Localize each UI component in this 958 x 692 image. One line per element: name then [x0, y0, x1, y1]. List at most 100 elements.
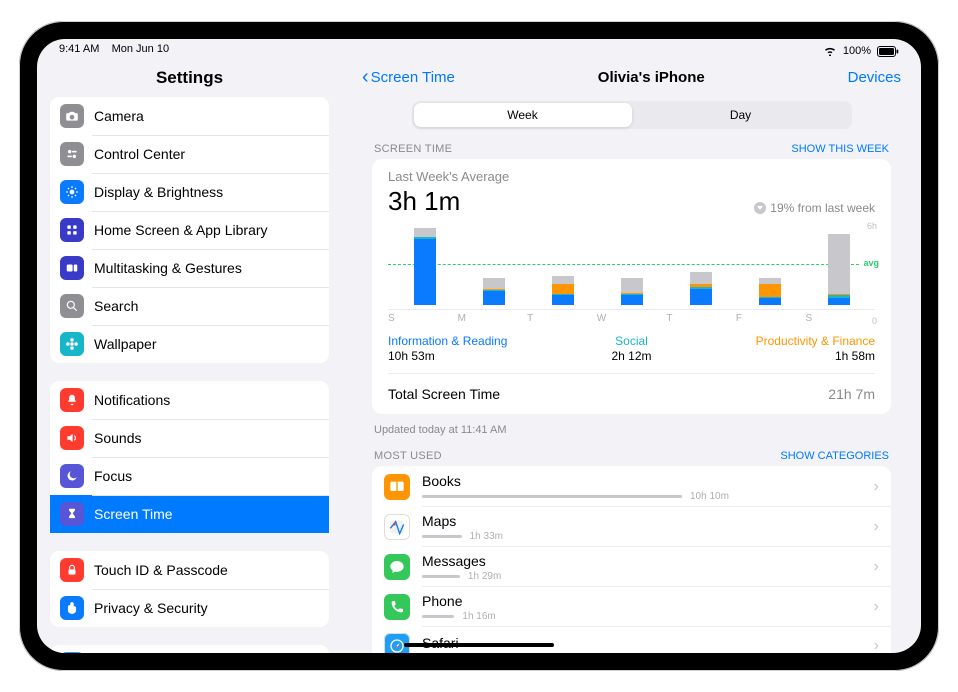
grid-icon: [60, 218, 84, 242]
chart-bar-day[interactable]: [390, 223, 459, 305]
sidebar-item-sounds[interactable]: Sounds: [50, 419, 329, 457]
most-used-row-maps[interactable]: Maps 1h 33m ›: [372, 506, 891, 546]
avg-value: 3h 1m: [388, 186, 460, 217]
sidebar-item-wallpaper[interactable]: Wallpaper: [50, 325, 329, 363]
sidebar-item-touch-id-passcode[interactable]: Touch ID & Passcode: [50, 551, 329, 589]
most-used-row-messages[interactable]: Messages1h 29m›: [372, 546, 891, 586]
show-this-week-link[interactable]: SHOW THIS WEEK: [791, 143, 889, 155]
back-label: Screen Time: [371, 69, 455, 86]
squares-icon: [60, 256, 84, 280]
switches-icon: [60, 142, 84, 166]
sidebar-item-notifications[interactable]: Notifications: [50, 381, 329, 419]
wifi-icon: [823, 46, 837, 56]
sidebar-item-label: Home Screen & App Library: [94, 222, 268, 238]
screentime-card: Last Week's Average 3h 1m 19% from last …: [372, 159, 891, 414]
flower-icon: [60, 332, 84, 356]
sidebar-list[interactable]: Camera Control Center Display & Brightness…: [37, 96, 342, 653]
screentime-section-label: SCREEN TIME: [374, 143, 452, 155]
axis-bot: 0: [872, 316, 877, 326]
sidebar-item-label: Focus: [94, 468, 132, 484]
most-used-row-phone[interactable]: Phone1h 16m›: [372, 586, 891, 626]
most-used-row-safari[interactable]: Safari›: [372, 626, 891, 653]
sidebar-item-focus[interactable]: Focus: [50, 457, 329, 495]
hourglass-icon: [60, 502, 84, 526]
app-time: 1h 33m: [470, 531, 503, 542]
avg-label: Last Week's Average: [388, 169, 875, 184]
sidebar-item-camera[interactable]: Camera: [50, 97, 329, 135]
category-summary: Information & Reading10h 53mSocial2h 12m…: [388, 334, 875, 374]
devices-button[interactable]: Devices: [848, 69, 901, 86]
most-used-row-books[interactable]: Books 10h 10m ›: [372, 466, 891, 506]
bell-icon: [60, 388, 84, 412]
chart-x-label: S: [388, 313, 458, 324]
segment-week[interactable]: Week: [414, 103, 632, 127]
lock-icon: [60, 558, 84, 582]
category-summary-item: Social2h 12m: [575, 334, 687, 363]
search-icon: [60, 294, 84, 318]
sidebar-item-screen-time[interactable]: Screen Time: [50, 495, 329, 533]
screentime-chart: 6h 0 avg SMTWTFS: [388, 223, 875, 324]
nav-bar: ‹ Screen Time Olivia's iPhone Devices: [342, 59, 921, 97]
sidebar-item-label: Display & Brightness: [94, 184, 223, 200]
sidebar-item-display-brightness[interactable]: Display & Brightness: [50, 173, 329, 211]
chevron-left-icon: ‹: [362, 67, 369, 87]
sidebar-item-search[interactable]: Search: [50, 287, 329, 325]
chart-x-label: T: [666, 313, 736, 324]
chart-x-label: F: [736, 313, 806, 324]
chart-bar-day[interactable]: [528, 223, 597, 305]
sidebar-item-multitasking-gestures[interactable]: Multitasking & Gestures: [50, 249, 329, 287]
chevron-right-icon: ›: [874, 478, 879, 496]
chevron-right-icon: ›: [874, 518, 879, 536]
chart-bar-day[interactable]: [666, 223, 735, 305]
app-time: 1h 16m: [462, 611, 495, 622]
chart-bar-day[interactable]: [804, 223, 873, 305]
sidebar-item-label: Multitasking & Gestures: [94, 260, 242, 276]
chart-bar-day[interactable]: [735, 223, 804, 305]
sidebar-item-privacy-security[interactable]: Privacy & Security: [50, 589, 329, 627]
segment-day[interactable]: Day: [632, 103, 850, 127]
status-time: 9:41 AM: [59, 43, 99, 55]
usage-bar: [422, 615, 454, 618]
segmented-week-day[interactable]: Week Day: [412, 101, 852, 129]
app-time: 10h 10m: [690, 491, 729, 502]
chart-bar-day[interactable]: [597, 223, 666, 305]
hand-icon: [60, 596, 84, 620]
speaker-icon: [60, 426, 84, 450]
sidebar-item-label: Search: [94, 298, 138, 314]
app-name: Books: [422, 473, 866, 489]
battery-icon: [877, 46, 899, 57]
status-date: Mon Jun 10: [112, 43, 169, 55]
nav-title: Olivia's iPhone: [598, 69, 705, 86]
delta-text: 19% from last week: [754, 201, 875, 215]
chart-bar-day[interactable]: [459, 223, 528, 305]
maps-icon: [384, 514, 410, 540]
back-button[interactable]: ‹ Screen Time: [362, 69, 455, 87]
show-categories-link[interactable]: SHOW CATEGORIES: [780, 450, 889, 462]
chevron-right-icon: ›: [874, 637, 879, 653]
app-name: Maps: [422, 513, 866, 529]
camera-icon: [60, 104, 84, 128]
updated-text: Updated today at 11:41 AM: [374, 424, 889, 436]
sidebar-item-label: Sounds: [94, 430, 141, 446]
sidebar-item-control-center[interactable]: Control Center: [50, 135, 329, 173]
home-indicator[interactable]: [404, 643, 554, 647]
battery-percent: 100%: [843, 45, 871, 57]
appstore-icon: [60, 652, 84, 653]
app-name: Messages: [422, 553, 866, 569]
app-name: Phone: [422, 593, 866, 609]
sidebar-item-label: Privacy & Security: [94, 600, 208, 616]
status-bar: 9:41 AM Mon Jun 10 100%: [37, 39, 921, 59]
sidebar-item-app-store[interactable]: App Store: [50, 645, 329, 653]
sun-icon: [60, 180, 84, 204]
usage-bar: [422, 495, 682, 498]
message-icon: [384, 554, 410, 580]
sidebar-item-label: Camera: [94, 108, 144, 124]
sidebar-item-home-screen-app-library[interactable]: Home Screen & App Library: [50, 211, 329, 249]
total-label: Total Screen Time: [388, 386, 500, 402]
screen: 9:41 AM Mon Jun 10 100% Settings CameraC…: [37, 39, 921, 653]
sidebar-item-label: Notifications: [94, 392, 170, 408]
moon-icon: [60, 464, 84, 488]
app-time: 1h 29m: [468, 571, 501, 582]
phone-icon: [384, 594, 410, 620]
usage-bar: [422, 535, 462, 538]
